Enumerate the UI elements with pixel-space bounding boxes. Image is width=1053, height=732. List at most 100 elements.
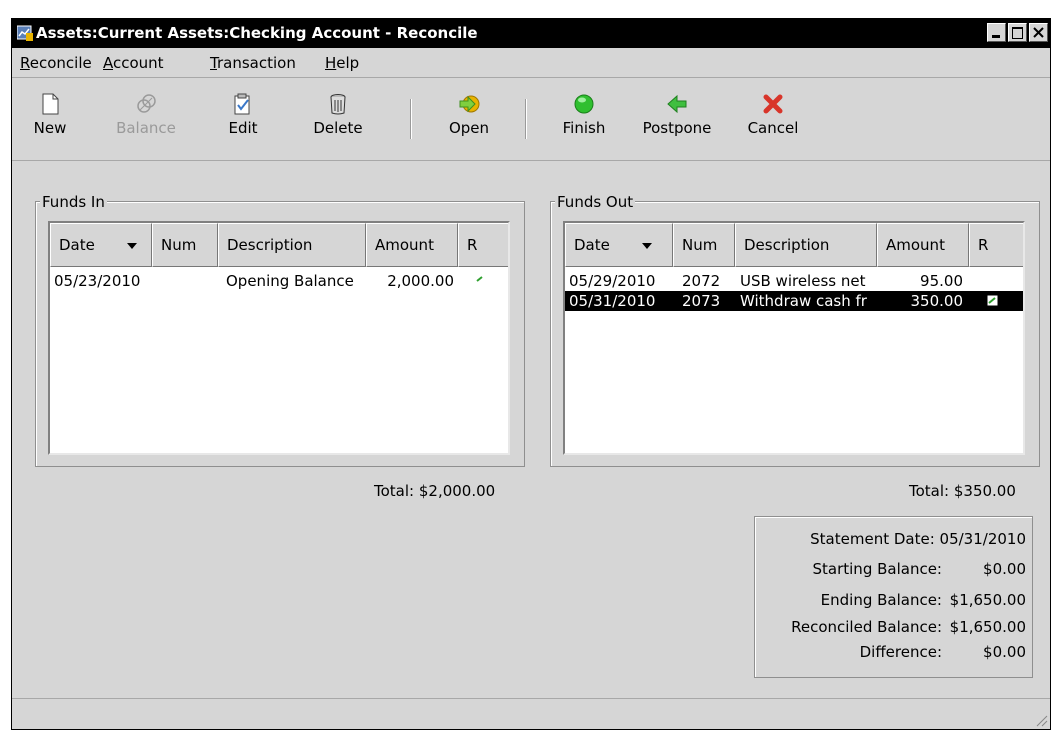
row-amount: 95.00 [920,272,963,290]
open-button[interactable]: Open [444,93,494,137]
balance-button[interactable]: Balance [110,93,182,137]
table-row[interactable]: 05/23/2010 Opening Balance 2,000.00 [50,271,508,291]
column-date[interactable]: Date [565,223,673,267]
postpone-button[interactable]: Postpone [640,93,714,137]
starting-balance-value: $0.00 [983,560,1026,578]
column-description-label: Description [744,236,830,254]
balance-label: Balance [116,119,176,137]
edit-button[interactable]: Edit [221,93,265,137]
funds-out-group: Funds Out Date Num Description Amount R … [550,193,1040,467]
menu-help-mnemonic: H [325,54,337,72]
column-description[interactable]: Description [218,223,366,267]
close-icon [1033,27,1044,38]
column-date-label: Date [574,236,610,254]
funds-in-header: Date Num Description Amount R [50,223,508,267]
resize-grip-icon[interactable] [1034,713,1048,727]
funds-in-title: Funds In [40,193,107,211]
row-date: 05/29/2010 [569,272,656,290]
difference-label: Difference: [859,643,942,661]
toolbar: New Balance Edit Delete Open Finish Post… [12,79,1050,161]
window-title: Assets:Current Assets:Checking Account -… [36,24,478,42]
new-document-icon [42,93,59,115]
maximize-button[interactable] [1008,23,1027,42]
edit-icon [234,93,250,115]
row-date: 05/31/2010 [569,292,656,310]
cancel-button[interactable]: Cancel [746,93,800,137]
funds-in-list[interactable]: Date Num Description Amount R 05/23/2010… [48,221,510,455]
finish-label: Finish [562,119,606,137]
table-row[interactable]: 05/29/2010 2072 USB wireless net 95.00 [565,271,1023,291]
menu-bar: Reconcile Account Transaction Help [12,48,1050,78]
reconciled-balance: Reconciled Balance: $1,650.00 [791,618,1026,636]
reconciled-check-icon[interactable] [476,275,484,283]
row-date: 05/23/2010 [54,272,141,290]
column-reconciled-label: R [467,236,478,254]
column-date-label: Date [59,236,95,254]
funds-in-total: Total: $2,000.00 [374,482,496,500]
reconcile-window: Assets:Current Assets:Checking Account -… [11,18,1051,730]
app-icon [17,25,33,41]
column-num-label: Num [682,236,718,254]
column-num-label: Num [161,236,197,254]
funds-in-group: Funds In Date Num Description Amount R 0… [35,193,525,467]
difference: Difference: $0.00 [860,643,1026,661]
menu-transaction-label: ransaction [216,54,296,72]
column-amount-label: Amount [886,236,945,254]
row-description: Opening Balance [226,272,354,290]
column-amount[interactable]: Amount [366,223,458,267]
menu-transaction[interactable]: Transaction [210,54,296,72]
column-amount-label: Amount [375,236,434,254]
row-description: USB wireless net [740,272,866,290]
reconciled-check-icon[interactable] [987,295,998,306]
close-button[interactable] [1029,23,1048,42]
cancel-label: Cancel [747,119,799,137]
row-num: 2072 [682,272,721,290]
row-amount: 350.00 [910,292,964,310]
status-bar [12,698,1050,729]
balance-icon [137,94,156,113]
statement-date: Statement Date: 05/31/2010 [810,530,1026,548]
delete-button[interactable]: Delete [309,93,367,137]
column-reconciled-label: R [978,236,989,254]
column-amount[interactable]: Amount [877,223,969,267]
funds-out-header: Date Num Description Amount R [565,223,1023,267]
ending-balance: Ending Balance: $1,650.00 [821,591,1026,609]
sort-down-icon [642,243,652,249]
title-bar[interactable]: Assets:Current Assets:Checking Account -… [12,19,1050,48]
new-button[interactable]: New [28,93,72,137]
reconcile-summary: Statement Date: 05/31/2010 Starting Bala… [754,516,1033,678]
starting-balance: Starting Balance: $0.00 [813,560,1027,578]
delete-label: Delete [313,119,363,137]
row-amount: 2,000.00 [387,272,454,290]
column-reconciled[interactable]: R [458,223,508,267]
maximize-icon [1012,27,1023,39]
funds-out-title: Funds Out [555,193,636,211]
column-description-label: Description [227,236,313,254]
sort-down-icon [127,243,137,249]
column-date[interactable]: Date [50,223,152,267]
trash-icon [330,94,346,115]
toolbar-separator [525,99,527,139]
open-label: Open [448,119,490,137]
menu-help[interactable]: Help [325,54,359,72]
new-label: New [33,119,67,137]
column-num[interactable]: Num [673,223,735,267]
row-description: Withdraw cash fr [740,292,867,310]
funds-out-list[interactable]: Date Num Description Amount R 05/29/2010… [563,221,1025,455]
difference-value: $0.00 [983,643,1026,661]
finish-button[interactable]: Finish [561,93,607,137]
finish-icon [574,94,594,114]
column-reconciled[interactable]: R [969,223,1023,267]
toolbar-separator [410,99,412,139]
menu-reconcile-label: econcile [29,54,92,72]
menu-transaction-mnemonic: T [210,54,217,72]
menu-account[interactable]: Account [103,54,164,72]
menu-reconcile-mnemonic: R [20,54,30,72]
table-row-selected[interactable]: 05/31/2010 2073 Withdraw cash fr 350.00 [565,291,1023,311]
column-num[interactable]: Num [152,223,218,267]
minimize-icon [992,35,1000,38]
minimize-button[interactable] [987,23,1006,42]
postpone-arrow-icon [667,94,687,114]
menu-reconcile[interactable]: Reconcile [20,54,92,72]
column-description[interactable]: Description [735,223,877,267]
